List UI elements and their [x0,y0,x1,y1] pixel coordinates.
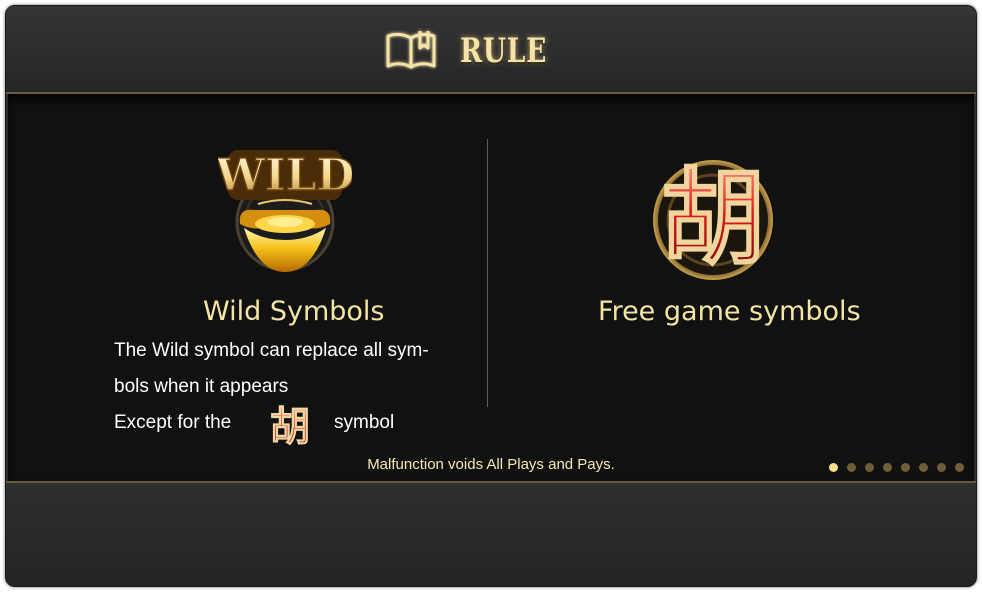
wild-description-line3-suffix: symbol [334,412,395,433]
free-game-symbols-heading: Free game symbols [598,296,861,327]
dialog-header: RULE [6,6,976,94]
wild-symbols-heading: Wild Symbols [203,296,385,327]
page-dot[interactable] [847,463,856,472]
page-dot[interactable] [901,463,910,472]
page-indicator [829,463,964,472]
column-divider [487,139,488,407]
wild-description-line2: bols when it appears [114,376,289,397]
hu-glyph: 胡 [661,157,765,279]
page-title: RULE [460,31,548,71]
header-title-group: RULE [384,26,572,76]
wild-description-line3-prefix: Except for the [114,412,232,433]
wild-icon-text: WILD [218,150,352,201]
page-dot[interactable] [937,463,946,472]
hu-small-glyph: 胡 [270,404,310,450]
page-dot[interactable] [865,463,874,472]
page-dot[interactable] [883,463,892,472]
hu-small-icon: 胡 [266,398,314,454]
rule-dialog: RULE WILD Wild Symbols The Wild symbol c… [5,5,977,587]
wild-gold-ingot-icon: WILD [214,144,355,280]
page-dot[interactable] [955,463,964,472]
page-dot[interactable] [919,463,928,472]
wild-description-line1: The Wild symbol can replace all sym- [114,340,429,361]
book-icon [384,26,438,76]
hu-character-icon: 胡 [646,144,780,288]
dialog-footer [6,481,976,586]
page-dot[interactable] [829,463,838,472]
rule-page-panel: WILD Wild Symbols The Wild symbol can re… [8,94,974,481]
